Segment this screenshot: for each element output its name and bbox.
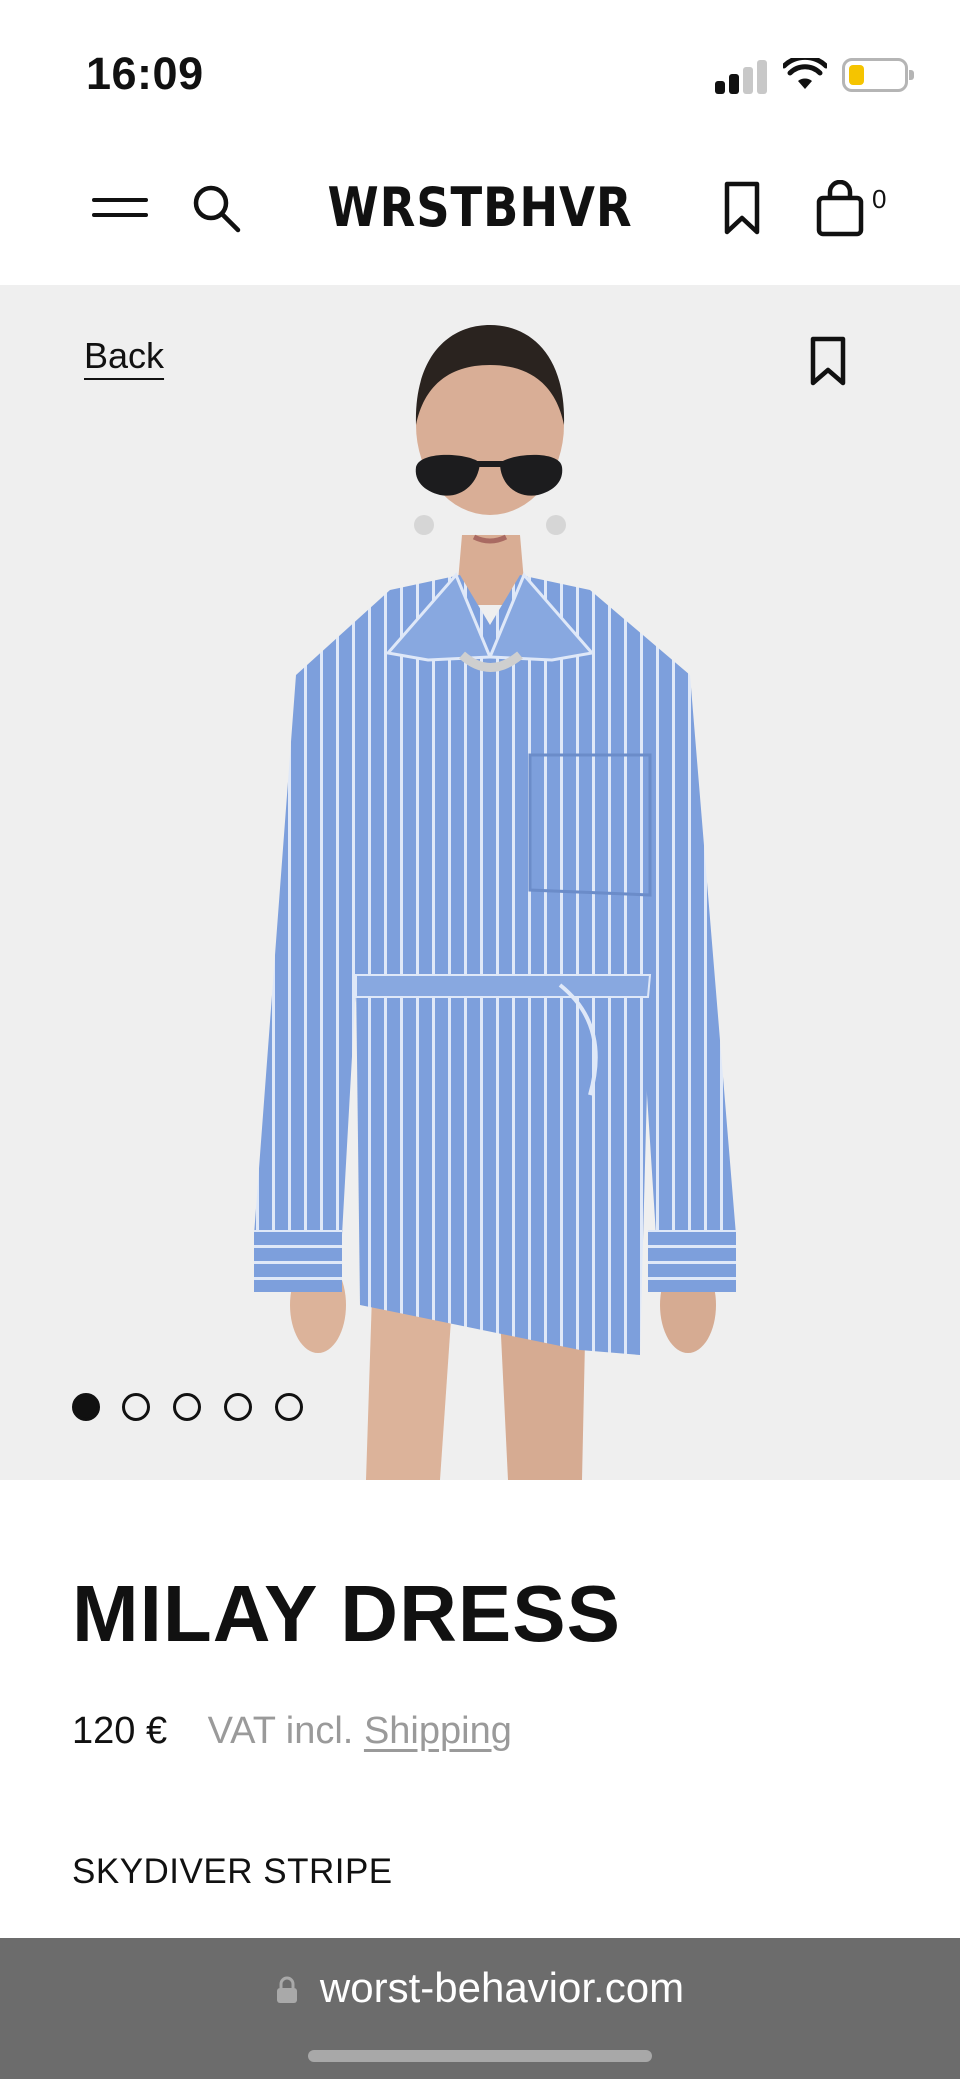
product-image	[254, 325, 736, 1480]
site-header: WRSTBHVR 0	[0, 140, 960, 285]
price-row: 120 € VAT incl. Shipping	[72, 1710, 512, 1753]
wifi-icon	[783, 58, 827, 89]
cart-count: 0	[872, 184, 887, 214]
lock-icon	[276, 1976, 297, 2003]
gallery-dot[interactable]	[72, 1393, 100, 1421]
bookmark-icon[interactable]	[722, 180, 762, 236]
url-display[interactable]: worst-behavior.com	[0, 1964, 960, 2012]
gallery-dot[interactable]	[224, 1393, 252, 1421]
gallery-dot[interactable]	[275, 1393, 303, 1421]
shipping-link[interactable]: Shipping	[364, 1710, 512, 1752]
color-name: SKYDIVER STRIPE	[72, 1852, 393, 1891]
brand-logo[interactable]: WRSTBHVR	[67, 176, 893, 239]
signal-icon	[715, 60, 767, 94]
bag-icon[interactable]	[815, 180, 865, 238]
bookmark-icon[interactable]	[808, 335, 848, 387]
url-text: worst-behavior.com	[319, 1964, 685, 2011]
gallery-dot[interactable]	[173, 1393, 201, 1421]
battery-tip	[909, 70, 914, 80]
battery-level	[849, 65, 864, 85]
gallery-dot[interactable]	[122, 1393, 150, 1421]
home-indicator[interactable]	[308, 2050, 652, 2062]
status-time: 16:09	[86, 48, 204, 99]
status-bar: 16:09	[0, 0, 960, 140]
battery-icon	[842, 58, 914, 92]
back-link[interactable]: Back	[84, 335, 164, 377]
product-gallery[interactable]: Back	[0, 285, 960, 1480]
browser-address-bar[interactable]: worst-behavior.com	[0, 1938, 960, 2079]
product-price: 120 €	[72, 1710, 168, 1752]
product-title: MILAY DRESS	[72, 1569, 621, 1658]
vat-label: VAT incl.	[207, 1710, 354, 1752]
